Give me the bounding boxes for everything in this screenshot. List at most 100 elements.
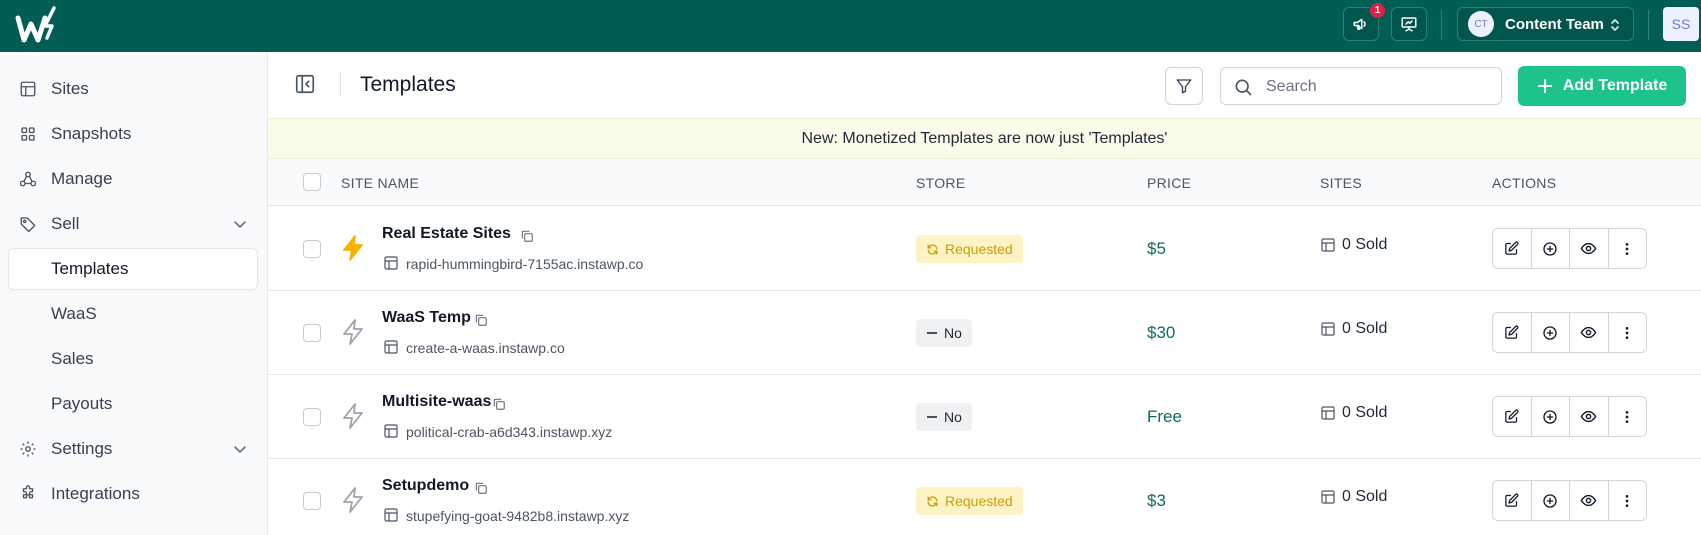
site-name[interactable]: Multisite-waas xyxy=(382,393,491,411)
copy-icon[interactable] xyxy=(520,229,534,243)
sidebar-item-integrations[interactable]: Integrations xyxy=(0,473,268,515)
more-options-button[interactable] xyxy=(1609,313,1647,352)
more-options-button[interactable] xyxy=(1609,397,1647,436)
site-url[interactable]: rapid-hummingbird-7155ac.instawp.co xyxy=(406,256,643,272)
row-actions xyxy=(1492,396,1647,437)
presentation-button[interactable] xyxy=(1391,7,1427,41)
sidebar-item-manage[interactable]: Manage xyxy=(0,158,268,200)
sidebar-item-templates[interactable]: Templates xyxy=(8,248,258,290)
search-input[interactable] xyxy=(1266,76,1491,98)
table-row[interactable]: Multisite-waas political-crab-a6d343.ins… xyxy=(268,375,1701,459)
chevron-down-icon xyxy=(234,446,246,454)
sidebar-item-label: Templates xyxy=(51,259,129,278)
presentation-icon xyxy=(1401,17,1417,32)
sidebar-item-label: WaaS xyxy=(51,304,97,323)
sidebar-item-settings[interactable]: Settings xyxy=(0,428,268,470)
sidebar-item-sales[interactable]: Sales xyxy=(0,338,268,380)
bolt-icon xyxy=(343,235,363,261)
layout-icon xyxy=(1321,406,1335,420)
search-box xyxy=(1220,67,1502,105)
site-name[interactable]: WaaS Temp xyxy=(382,309,471,327)
eye-icon xyxy=(1580,494,1597,507)
column-header-sites[interactable]: SITES xyxy=(1320,175,1362,191)
chevron-up-down-icon xyxy=(1611,19,1619,31)
column-header-site-name[interactable]: SITE NAME xyxy=(341,175,419,191)
sidebar-item-sell[interactable]: Sell xyxy=(0,203,268,245)
store-status-badge: Requested xyxy=(916,235,1023,263)
table-header: SITE NAME STORE PRICE SITES ACTIONS xyxy=(268,159,1701,206)
row-checkbox[interactable] xyxy=(303,408,321,426)
sidebar-item-waas[interactable]: WaaS xyxy=(0,293,268,335)
column-header-store[interactable]: STORE xyxy=(916,175,965,191)
page-header: Templates Add Template xyxy=(268,52,1701,118)
layout-icon xyxy=(384,340,398,354)
bolt-icon xyxy=(343,487,363,513)
more-vertical-icon xyxy=(1625,326,1629,339)
more-options-button[interactable] xyxy=(1609,481,1647,520)
filter-button[interactable] xyxy=(1165,67,1203,105)
copy-icon[interactable] xyxy=(492,397,506,411)
edit-button[interactable] xyxy=(1493,481,1532,520)
sidebar-item-sites[interactable]: Sites xyxy=(0,68,268,110)
site-url[interactable]: stupefying-goat-9482b8.instawp.xyz xyxy=(406,508,629,524)
preview-button[interactable] xyxy=(1570,313,1609,352)
site-url[interactable]: political-crab-a6d343.instawp.xyz xyxy=(406,424,612,440)
store-status-badge: Requested xyxy=(916,487,1023,515)
add-template-label: Add Template xyxy=(1562,77,1668,94)
layout-icon xyxy=(1321,490,1335,504)
grid-icon xyxy=(21,127,35,141)
add-template-button[interactable]: Add Template xyxy=(1518,66,1686,106)
store-status-badge: No xyxy=(916,319,972,347)
user-avatar[interactable]: SS xyxy=(1663,7,1699,41)
row-actions xyxy=(1492,312,1647,353)
sites-sold: 0 Sold xyxy=(1320,320,1387,338)
site-name[interactable]: Real Estate Sites xyxy=(382,225,511,243)
bolt-icon xyxy=(343,319,363,345)
row-checkbox[interactable] xyxy=(303,492,321,510)
sidebar-item-payouts[interactable]: Payouts xyxy=(0,383,268,425)
row-checkbox[interactable] xyxy=(303,240,321,258)
sidebar-collapse-icon[interactable] xyxy=(294,73,316,95)
instawp-logo[interactable] xyxy=(14,6,60,44)
create-site-button[interactable] xyxy=(1532,481,1570,520)
preview-button[interactable] xyxy=(1570,229,1609,268)
table-row[interactable]: Setupdemo stupefying-goat-9482b8.instawp… xyxy=(268,459,1701,535)
team-switcher[interactable]: CT Content Team xyxy=(1457,7,1634,41)
plus-circle-icon xyxy=(1543,325,1557,340)
edit-icon xyxy=(1505,493,1519,507)
table-row[interactable]: WaaS Temp create-a-waas.instawp.co No $3… xyxy=(268,291,1701,375)
edit-button[interactable] xyxy=(1493,229,1532,268)
dash-icon xyxy=(927,332,937,334)
eye-icon xyxy=(1580,410,1597,423)
store-status-label: No xyxy=(944,325,962,341)
announcement-banner: New: Monetized Templates are now just 'T… xyxy=(268,118,1701,159)
site-url[interactable]: create-a-waas.instawp.co xyxy=(406,340,565,356)
megaphone-icon xyxy=(1353,18,1366,30)
create-site-button[interactable] xyxy=(1532,313,1570,352)
column-header-price[interactable]: PRICE xyxy=(1147,175,1191,191)
sites-sold: 0 Sold xyxy=(1320,236,1387,254)
sites-sold-label: 0 Sold xyxy=(1342,320,1388,337)
edit-button[interactable] xyxy=(1493,313,1532,352)
edit-button[interactable] xyxy=(1493,397,1532,436)
create-site-button[interactable] xyxy=(1532,397,1570,436)
topbar-divider xyxy=(1441,10,1442,40)
price: $30 xyxy=(1147,323,1176,342)
chevron-down-icon xyxy=(234,221,246,229)
bolt-icon xyxy=(343,403,363,429)
row-checkbox[interactable] xyxy=(303,324,321,342)
table-row[interactable]: Real Estate Sites rapid-hummingbird-7155… xyxy=(268,207,1701,291)
page-title: Templates xyxy=(360,73,456,96)
copy-icon[interactable] xyxy=(474,313,488,327)
create-site-button[interactable] xyxy=(1532,229,1570,268)
sidebar-item-snapshots[interactable]: Snapshots xyxy=(0,113,268,155)
select-all-checkbox[interactable] xyxy=(303,173,321,191)
announcements-button[interactable]: 1 xyxy=(1343,2,1386,41)
team-avatar: CT xyxy=(1468,11,1494,37)
preview-button[interactable] xyxy=(1570,397,1609,436)
more-options-button[interactable] xyxy=(1609,229,1647,268)
preview-button[interactable] xyxy=(1570,481,1609,520)
more-vertical-icon xyxy=(1625,494,1629,507)
site-name[interactable]: Setupdemo xyxy=(382,477,469,495)
copy-icon[interactable] xyxy=(474,481,488,495)
